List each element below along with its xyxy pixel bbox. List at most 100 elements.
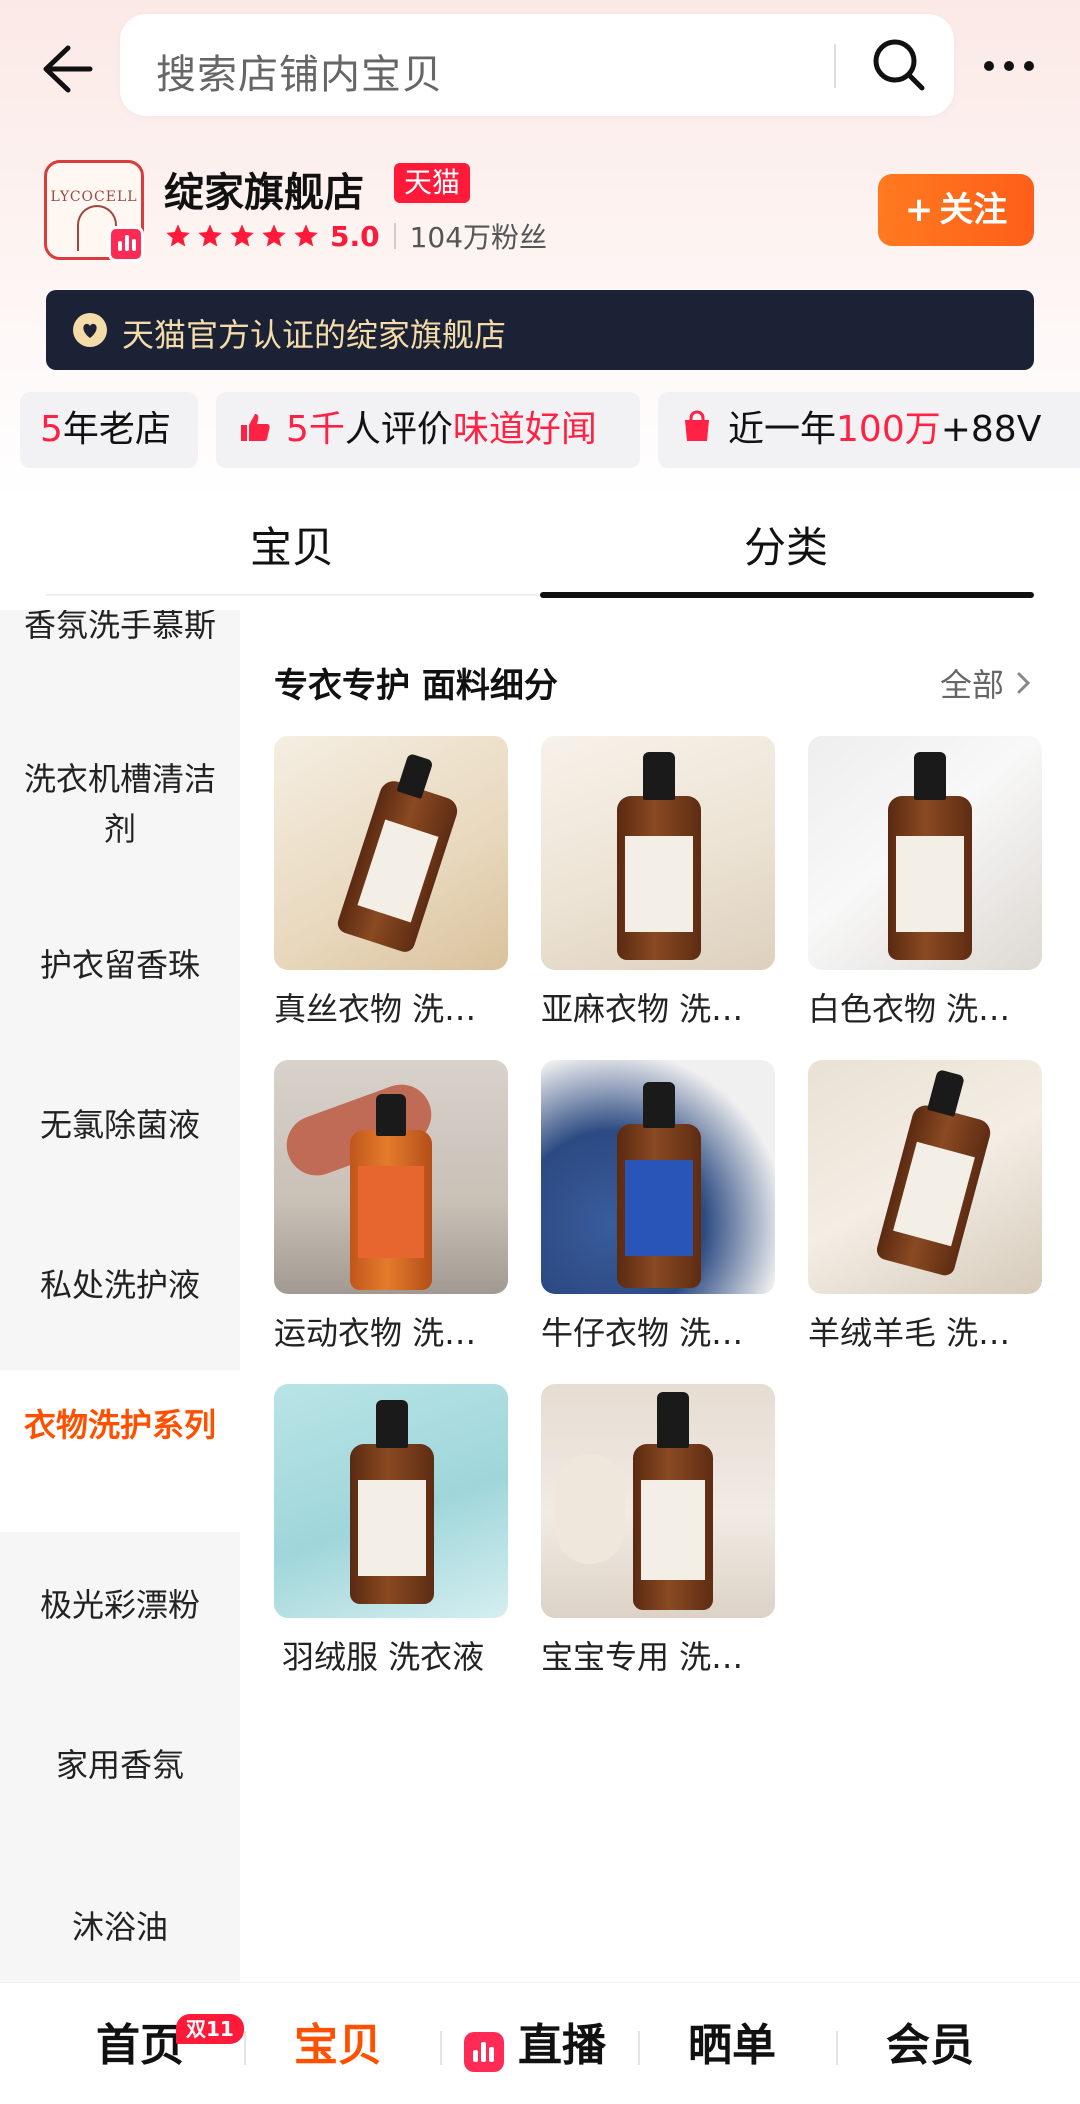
sidebar-item-laundry-series[interactable]: 衣物洗护系列	[0, 1400, 240, 1450]
chip-reviews-text: 人评价	[344, 409, 453, 450]
more-options-icon[interactable]	[982, 54, 1036, 78]
back-arrow-icon[interactable]	[38, 42, 98, 96]
tab-divider	[46, 594, 540, 596]
chip-sales-more: +88V	[940, 409, 1042, 450]
nav-divider	[244, 2031, 246, 2065]
product-image[interactable]	[808, 736, 1042, 970]
certification-text: 天猫官方认证的绽家旗舰店	[122, 316, 507, 354]
bottle-cap-shape	[643, 1082, 675, 1128]
product-name[interactable]: 宝宝专用 洗…	[541, 1632, 775, 1678]
product-card[interactable]: 白色衣物 洗…	[808, 736, 1042, 1030]
shopping-bag-icon	[685, 410, 709, 441]
nav-home[interactable]: 首页	[96, 2009, 184, 2073]
tab-categories[interactable]: 分类	[744, 514, 828, 575]
search-icon[interactable]	[868, 34, 930, 96]
bottle-label-shape	[896, 836, 964, 932]
product-card[interactable]: 宝宝专用 洗…	[541, 1384, 775, 1678]
baby-shape	[555, 1454, 625, 1564]
chip-sales-count: 100万	[836, 409, 941, 450]
product-card[interactable]: 牛仔衣物 洗…	[541, 1060, 775, 1354]
sidebar-item-washer-cleaner[interactable]: 洗衣机槽清洁剂	[0, 754, 240, 854]
nav-membership[interactable]: 会员	[886, 2009, 974, 2073]
product-name[interactable]: 牛仔衣物 洗…	[541, 1308, 775, 1354]
bottle-label-shape	[625, 1160, 693, 1256]
product-image[interactable]	[541, 736, 775, 970]
nav-divider	[440, 2031, 442, 2065]
product-image[interactable]	[274, 1060, 508, 1294]
nav-divider	[836, 2031, 838, 2065]
bottom-navigation: 首页 宝贝 直播 晒单 会员	[0, 1982, 1080, 2104]
section-title: 专衣专护 面料细分	[274, 666, 558, 706]
sidebar-item-home-fragrance[interactable]: 家用香氛	[0, 1740, 240, 1790]
tab-products[interactable]: 宝贝	[250, 514, 334, 575]
product-card[interactable]: 运动衣物 洗…	[274, 1060, 508, 1354]
chip-sales-period: 近一年	[728, 409, 837, 450]
top-bar: 搜索店铺内宝贝	[0, 14, 1080, 118]
search-input[interactable]: 搜索店铺内宝贝	[120, 14, 954, 116]
double-eleven-badge: 双11	[176, 2014, 244, 2044]
chip-store-age[interactable]: 5年老店	[20, 392, 198, 468]
product-name[interactable]: 亚麻衣物 洗…	[541, 984, 775, 1030]
bottle-cap-shape	[914, 752, 946, 800]
sidebar-item-disinfectant[interactable]: 无氯除菌液	[0, 1100, 240, 1150]
product-image[interactable]	[808, 1060, 1042, 1294]
product-image[interactable]	[274, 1384, 508, 1618]
bottle-cap-shape	[376, 1400, 408, 1448]
certification-banner[interactable]: 天猫官方认证的绽家旗舰店	[46, 290, 1034, 370]
rating-value: 5.0	[330, 219, 380, 253]
nav-live[interactable]: 直播	[518, 2009, 606, 2073]
product-card[interactable]: 亚麻衣物 洗…	[541, 736, 775, 1030]
heart-shield-icon	[72, 312, 108, 348]
product-name[interactable]: 真丝衣物 洗…	[274, 984, 508, 1030]
nav-reviews[interactable]: 晒单	[688, 2009, 776, 2073]
product-name[interactable]: 白色衣物 洗…	[808, 984, 1042, 1030]
fans-count: 104万粉丝	[409, 221, 548, 254]
sidebar-corner	[0, 1532, 240, 1556]
sidebar-item-color-bleach[interactable]: 极光彩漂粉	[0, 1580, 240, 1630]
product-image[interactable]	[541, 1384, 775, 1618]
plus-icon: +	[904, 190, 934, 230]
product-image[interactable]	[274, 736, 508, 970]
tmall-badge: 天猫	[394, 163, 471, 203]
product-card[interactable]: 羊绒羊毛 洗…	[808, 1060, 1042, 1354]
bottle-label-shape	[641, 1480, 705, 1580]
product-card[interactable]: 羽绒服 洗衣液	[274, 1384, 508, 1678]
bottle-cap-shape	[927, 1069, 965, 1117]
see-all-link[interactable]: 全部	[940, 660, 1004, 706]
store-highlights: 5年老店 5千人评价味道好闻 近一年100万+88V	[0, 392, 1080, 468]
tab-bar: 宝贝 分类	[0, 500, 1080, 600]
bottle-label-shape	[625, 836, 693, 932]
chip-store-age-number: 5	[40, 409, 63, 450]
product-name[interactable]: 运动衣物 洗…	[274, 1308, 508, 1354]
bottle-cap-shape	[657, 1392, 689, 1448]
nav-products[interactable]: 宝贝	[294, 2009, 382, 2073]
sidebar-item-bath-oil[interactable]: 沐浴油	[0, 1902, 240, 1952]
bottle-label-shape	[358, 1166, 424, 1258]
star-icon	[230, 224, 254, 247]
bottle-cap-shape	[376, 1094, 406, 1136]
product-card[interactable]: 真丝衣物 洗…	[274, 736, 508, 1030]
bottle-label-shape	[358, 1480, 426, 1576]
logo-wordmark: LYCOCELL	[50, 189, 138, 205]
live-icon[interactable]	[464, 2032, 504, 2072]
follow-label: 关注	[939, 190, 1008, 230]
star-icon	[198, 224, 222, 247]
thumbs-up-icon	[241, 414, 270, 441]
sidebar-item-scent-beads[interactable]: 护衣留香珠	[0, 940, 240, 990]
chip-store-age-text: 年老店	[62, 409, 171, 450]
chip-sales[interactable]: 近一年100万+88V	[658, 392, 1080, 468]
chevron-right-icon[interactable]	[1014, 670, 1034, 696]
sidebar-item-intimate-wash[interactable]: 私处洗护液	[0, 1260, 240, 1310]
product-name[interactable]: 羽绒服 洗衣液	[274, 1632, 508, 1678]
store-name[interactable]: 绽家旗舰店	[164, 160, 364, 218]
category-sidebar[interactable]: 香氛洗手慕斯 洗衣机槽清洁剂 护衣留香珠 无氯除菌液 私处洗护液 衣物洗护系列 …	[0, 610, 240, 1982]
product-name[interactable]: 羊绒羊毛 洗…	[808, 1308, 1042, 1354]
sidebar-active-background	[0, 1370, 240, 1532]
chip-reviews[interactable]: 5千人评价味道好闻	[216, 392, 640, 468]
live-badge-icon	[108, 226, 144, 262]
store-rating-row: 5.0 104万粉丝	[164, 218, 547, 254]
sidebar-item-hand-foam[interactable]: 香氛洗手慕斯	[0, 610, 240, 650]
star-icon	[294, 224, 318, 247]
follow-button[interactable]: + 关注	[878, 174, 1034, 246]
product-image[interactable]	[541, 1060, 775, 1294]
